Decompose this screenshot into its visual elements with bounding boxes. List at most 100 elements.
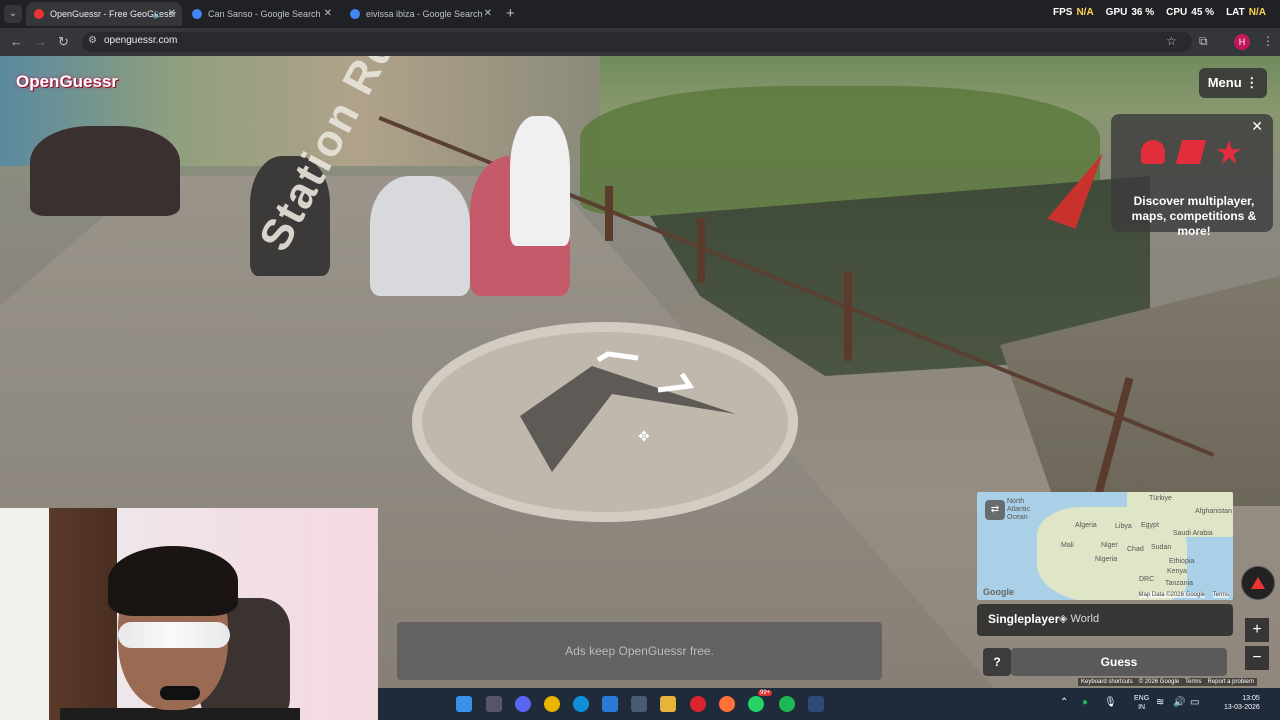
discord-icon[interactable] (515, 696, 531, 712)
openguessr-favicon-icon (34, 9, 44, 19)
edge-icon[interactable] (573, 696, 589, 712)
map-label: Mali (1061, 542, 1074, 549)
address-bar[interactable]: ⚙ openguessr.com (82, 32, 1192, 52)
map-label: DRC (1139, 576, 1155, 583)
mode-label: Singleplayer (988, 612, 1060, 626)
extensions-icon[interactable]: ⧉ (1199, 34, 1208, 49)
layers-icon: ◈ (1059, 613, 1068, 625)
google-favicon-icon (192, 9, 202, 19)
chrome-icon[interactable] (544, 696, 560, 712)
tab-openguessr[interactable]: OpenGuessr - Free GeoGuessr 🔈 ✕ (26, 2, 182, 26)
guess-minimap[interactable]: ⇄ North Atlantic Ocean Türkiye Afghanist… (977, 492, 1233, 600)
map-label: Nigeria (1095, 556, 1118, 563)
site-info-icon[interactable]: ⚙ (88, 35, 97, 46)
tab-eivissa-ibiza[interactable]: eivissa ibiza - Google Search ✕ (342, 2, 498, 26)
tab-search-button[interactable]: ⌄ (4, 5, 22, 23)
railing-post (605, 186, 613, 241)
railing-post (697, 218, 705, 283)
windows-taskbar: 99+ ⌃ ● 🎙 ENG IN ≋ 🔊 ▭ 13:05 13-03-2026 (378, 688, 1280, 720)
notification-badge: 99+ (758, 690, 773, 696)
promo-text: Discover multiplayer, maps, competitions… (1131, 194, 1257, 238)
ad-banner: Ads keep OpenGuessr free. (397, 622, 882, 680)
map-label: Afghanistan (1195, 508, 1232, 515)
tab-title: Can Sanso - Google Search (208, 9, 321, 19)
opera-icon[interactable] (690, 696, 706, 712)
app-icon[interactable] (631, 696, 647, 712)
map-label: Sudan (1151, 544, 1172, 551)
headset-mic (160, 686, 200, 700)
speaker-icon[interactable]: 🔈 (153, 2, 164, 26)
store-icon[interactable] (602, 696, 618, 712)
more-menu-icon[interactable]: ⋮ (1262, 34, 1274, 48)
google-map-logo: Google (983, 587, 1014, 597)
bookmark-star-icon[interactable]: ☆ (1166, 34, 1177, 48)
promo-card[interactable]: ✕ Discover multiplayer, maps, competitio… (1111, 114, 1273, 238)
new-tab-button[interactable]: + (506, 5, 515, 23)
map-label: Chad (1127, 546, 1144, 553)
file-explorer-icon[interactable] (660, 696, 676, 712)
volume-icon[interactable]: 🔊 (1173, 697, 1185, 708)
clock[interactable]: 13:05 13-03-2026 (1224, 694, 1260, 712)
app-icon[interactable] (808, 696, 824, 712)
game-mode-bar: Singleplayer ◈ World (977, 604, 1233, 636)
google-footer: Keyboard shortcuts © 2026 Google Terms R… (1078, 678, 1257, 686)
railing-post (844, 271, 852, 361)
spotify-icon[interactable] (779, 696, 795, 712)
profile-avatar[interactable]: H (1234, 34, 1250, 50)
zoom-in-button[interactable]: + (1245, 618, 1269, 642)
parked-motorbikes (30, 126, 180, 216)
map-selector[interactable]: ◈ World (1059, 612, 1099, 625)
maps-cube-icon (1175, 140, 1207, 164)
map-label: Ocean (1007, 514, 1028, 521)
copyright-text: © 2026 Google (1138, 679, 1180, 685)
menu-button[interactable]: Menu ⋮ (1199, 68, 1267, 98)
zoom-out-button[interactable]: − (1245, 646, 1269, 670)
map-label: North (1007, 498, 1025, 505)
keyboard-shortcuts-link[interactable]: Keyboard shortcuts (1081, 679, 1133, 685)
browser-toolbar: ← → ↻ ⚙ openguessr.com ☆ ⧉ H ⋮ (0, 28, 1280, 56)
map-label: Egypt (1141, 522, 1159, 529)
close-tab-icon[interactable]: ✕ (324, 2, 332, 26)
whatsapp-icon[interactable] (748, 696, 764, 712)
help-button[interactable]: ? (983, 648, 1011, 676)
tab-strip: ⌄ OpenGuessr - Free GeoGuessr 🔈 ✕ Can Sa… (0, 0, 1280, 28)
map-label: Saudi Arabia (1173, 530, 1213, 537)
battery-icon[interactable]: ▭ (1190, 697, 1199, 708)
tab-title: eivissa ibiza - Google Search (366, 9, 483, 19)
guess-button[interactable]: Guess (1011, 648, 1227, 676)
close-tab-icon[interactable]: ✕ (168, 2, 176, 26)
close-icon[interactable]: ✕ (1251, 118, 1263, 135)
close-tab-icon[interactable]: ✕ (484, 2, 492, 26)
firefox-icon[interactable] (719, 696, 735, 712)
tab-can-sanso[interactable]: Can Sanso - Google Search ✕ (184, 2, 338, 26)
wifi-icon[interactable]: ≋ (1156, 697, 1164, 708)
forward-arrow-icon[interactable]: → (34, 33, 47, 51)
multiplayer-icon (1141, 140, 1165, 164)
language-indicator[interactable]: ENG IN (1134, 694, 1149, 712)
direction-arrow-icon[interactable] (412, 322, 798, 522)
mic-tray-icon[interactable]: 🎙 (1104, 697, 1117, 708)
webcam-overlay (0, 508, 378, 720)
task-view-icon[interactable] (486, 696, 502, 712)
navigation-disc[interactable] (412, 322, 798, 522)
competitions-star-icon (1217, 140, 1241, 164)
streamer-hair (108, 546, 238, 616)
map-label: Kenya (1167, 568, 1187, 575)
map-data-attribution: Map Data ©2026 Google (1138, 592, 1205, 598)
pedestrian (510, 116, 570, 246)
guess-controls: ? Guess (977, 646, 1233, 678)
move-cursor-icon: ✥ (638, 428, 650, 444)
sunglasses (118, 622, 230, 648)
terms-link[interactable]: Terms (1185, 679, 1201, 685)
tray-chevron-icon[interactable]: ⌃ (1060, 697, 1068, 708)
compass-icon[interactable] (1241, 566, 1275, 600)
start-windows-icon[interactable] (456, 696, 472, 712)
map-terms-link[interactable]: Terms (1212, 592, 1229, 598)
report-problem-link[interactable]: Report a problem (1208, 679, 1254, 685)
back-arrow-icon[interactable]: ← (10, 33, 23, 51)
spotify-tray-icon[interactable]: ● (1082, 697, 1088, 708)
map-expand-icon[interactable]: ⇄ (985, 500, 1005, 520)
reload-icon[interactable]: ↻ (58, 33, 69, 51)
map-label: Niger (1101, 542, 1118, 549)
promo-icons (1141, 140, 1241, 164)
